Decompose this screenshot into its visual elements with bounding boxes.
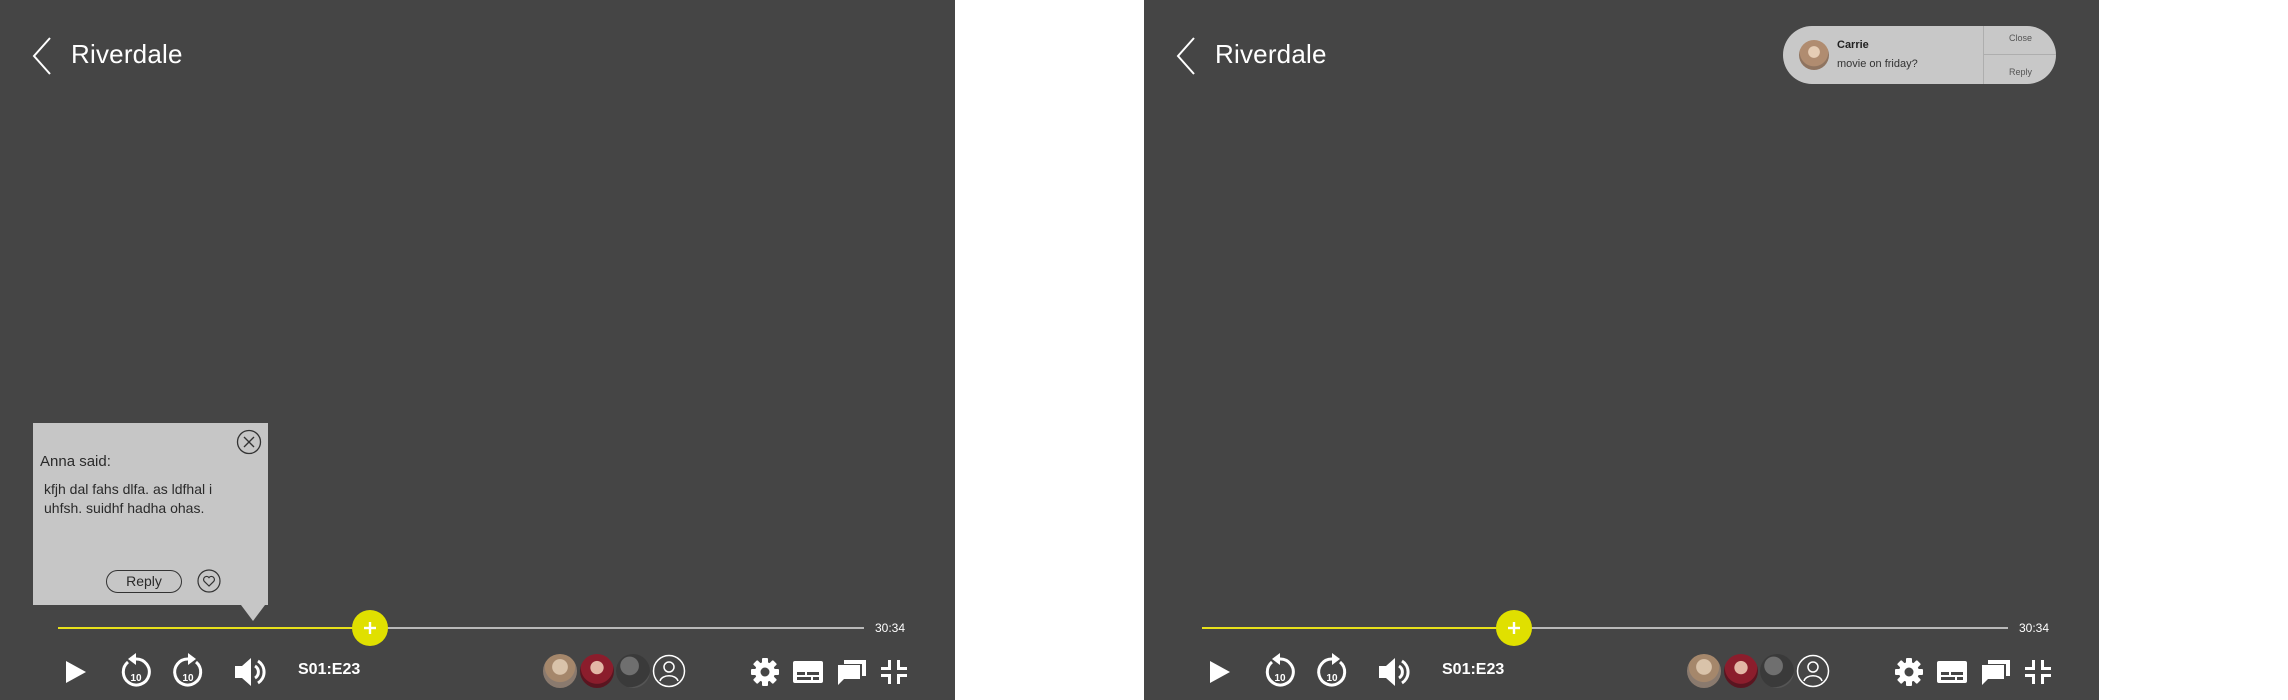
reply-button[interactable]: Reply — [106, 570, 182, 593]
add-friend-icon[interactable] — [1796, 654, 1830, 688]
svg-text:10: 10 — [1274, 673, 1286, 684]
notification-message: movie on friday? — [1837, 58, 1918, 70]
progress-thumb[interactable] — [1495, 610, 1532, 646]
volume-icon — [1379, 658, 1410, 686]
close-circle-icon[interactable] — [236, 429, 262, 455]
chat-button[interactable] — [836, 652, 868, 692]
duration-label: 30:34 — [875, 621, 906, 635]
friend-avatar-1[interactable] — [543, 654, 577, 688]
back-arrow-icon[interactable] — [1172, 36, 1202, 76]
add-friend-icon[interactable] — [652, 654, 686, 688]
heart-icon[interactable] — [197, 569, 221, 593]
svg-text:10: 10 — [1326, 673, 1338, 684]
forward-10-button[interactable]: 10 — [1314, 652, 1350, 692]
progress-fill — [58, 627, 370, 629]
exit-fullscreen-button[interactable] — [880, 652, 908, 692]
volume-button[interactable] — [1376, 652, 1412, 692]
progress-fill — [1202, 627, 1514, 629]
comment-message: kfjh dal fahs dlfa. as ldfhal i uhfsh. s… — [44, 481, 213, 516]
player-screen-with-comment: Riverdale Anna said: kfjh dal fahs dlfa.… — [0, 0, 955, 700]
friend-avatar-1[interactable] — [1687, 654, 1721, 688]
chat-icon — [1982, 660, 2010, 685]
play-button[interactable] — [1204, 652, 1234, 692]
plus-icon — [1507, 622, 1520, 634]
chat-button[interactable] — [1980, 652, 2012, 692]
progress-track[interactable] — [58, 610, 864, 646]
subtitles-button[interactable] — [1935, 652, 1969, 692]
svg-text:10: 10 — [182, 673, 194, 684]
settings-gear-icon — [751, 658, 779, 686]
player-screen-with-notification: Riverdale Carrie movie on friday? Close … — [1144, 0, 2099, 700]
svg-text:10: 10 — [130, 673, 142, 684]
friend-avatar-2[interactable] — [580, 654, 614, 688]
play-icon — [1210, 661, 1230, 683]
subtitles-icon — [793, 661, 823, 683]
rewind-10-button[interactable]: 10 — [118, 652, 154, 692]
friend-avatar-3[interactable] — [616, 654, 650, 688]
friend-avatar-3[interactable] — [1760, 654, 1794, 688]
comment-author: Anna said: — [40, 453, 111, 470]
chat-icon — [838, 660, 866, 685]
forward-10-button[interactable]: 10 — [170, 652, 206, 692]
notification-reply-button[interactable]: Reply — [1984, 55, 2056, 84]
exit-fullscreen-button[interactable] — [2024, 652, 2052, 692]
duration-label: 30:34 — [2019, 621, 2050, 635]
message-notification[interactable]: Carrie movie on friday? Close Reply — [1783, 26, 2056, 84]
progress-track[interactable] — [1202, 610, 2008, 646]
episode-label: S01:E23 — [1442, 661, 1505, 678]
volume-icon — [235, 658, 266, 686]
friend-avatar-2[interactable] — [1724, 654, 1758, 688]
volume-button[interactable] — [232, 652, 268, 692]
exit-fullscreen-icon — [2025, 660, 2051, 684]
rewind-10-icon: 10 — [121, 653, 151, 687]
notification-close-button[interactable]: Close — [1984, 26, 2056, 55]
rewind-10-button[interactable]: 10 — [1262, 652, 1298, 692]
settings-button[interactable] — [1892, 652, 1926, 692]
settings-button[interactable] — [748, 652, 782, 692]
subtitles-button[interactable] — [791, 652, 825, 692]
settings-gear-icon — [1895, 658, 1923, 686]
back-arrow-icon[interactable] — [28, 36, 58, 76]
show-title: Riverdale — [71, 39, 183, 69]
show-title: Riverdale — [1215, 39, 1327, 69]
plus-icon — [363, 622, 376, 634]
play-button[interactable] — [60, 652, 90, 692]
subtitles-icon — [1937, 661, 1967, 683]
progress-thumb[interactable] — [351, 610, 388, 646]
forward-10-icon: 10 — [173, 653, 203, 687]
episode-label: S01:E23 — [298, 661, 361, 678]
notification-sender: Carrie — [1837, 39, 1869, 51]
exit-fullscreen-icon — [881, 660, 907, 684]
avatar — [1799, 40, 1829, 70]
comment-popup: Anna said: kfjh dal fahs dlfa. as ldfhal… — [33, 423, 268, 621]
rewind-10-icon: 10 — [1265, 653, 1295, 687]
notification-actions: Close Reply — [1983, 26, 2056, 84]
play-icon — [66, 661, 86, 683]
forward-10-icon: 10 — [1317, 653, 1347, 687]
